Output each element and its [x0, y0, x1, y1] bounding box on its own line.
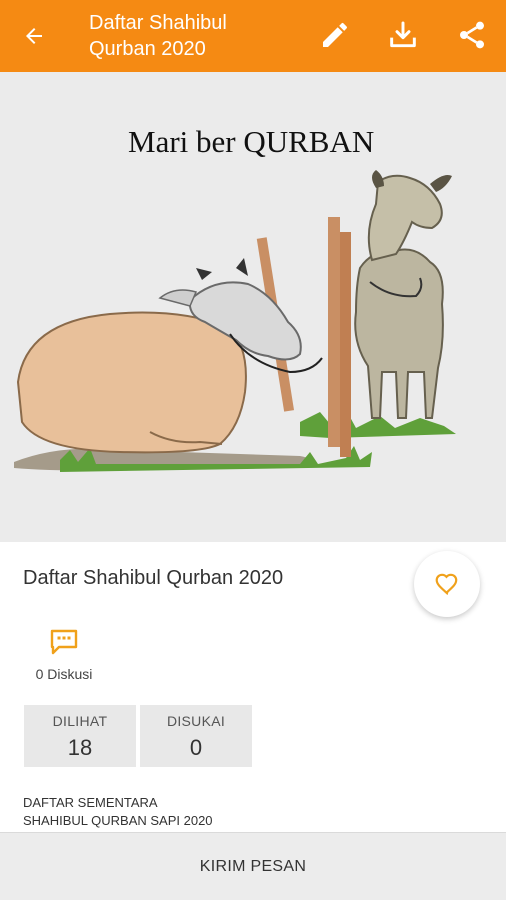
share-icon	[460, 21, 484, 49]
discussion-count-label: 0 Diskusi	[35, 666, 93, 682]
likes-label: DISUKAI	[166, 713, 226, 729]
favorite-button[interactable]	[414, 551, 480, 617]
send-message-button[interactable]: KIRIM PESAN	[0, 832, 506, 900]
banner-text: Mari ber QURBAN	[128, 124, 375, 159]
page-title: Daftar Shahibul Qurban 2020	[89, 10, 289, 62]
discussion-button[interactable]: 0 Diskusi	[22, 628, 106, 682]
edit-button[interactable]	[314, 14, 356, 56]
back-button[interactable]	[14, 16, 54, 56]
app-bar: Daftar Shahibul Qurban 2020	[0, 0, 506, 72]
download-icon	[390, 21, 416, 48]
document-cover-image: Mari ber QURBAN	[0, 72, 506, 542]
description-line1: DAFTAR SEMENTARA	[23, 795, 158, 810]
heart-outline-icon	[435, 573, 458, 596]
page-title-line1: Daftar Shahibul	[89, 12, 227, 34]
document-title: Daftar Shahibul Qurban 2020	[23, 567, 284, 589]
views-value: 18	[67, 735, 93, 760]
page-title-line2: Qurban 2020	[89, 38, 206, 60]
document-detail: Daftar Shahibul Qurban 2020 0 Diskusi DI…	[0, 542, 506, 832]
views-label: DILIHAT	[52, 713, 108, 729]
likes-stat: DISUKAI 0	[140, 705, 252, 767]
send-message-label: KIRIM PESAN	[199, 857, 307, 875]
views-stat: DILIHAT 18	[24, 705, 136, 767]
pencil-icon	[323, 22, 347, 47]
arrow-left-icon	[26, 28, 42, 44]
chat-bubble-icon	[50, 629, 78, 655]
share-button[interactable]	[451, 14, 493, 56]
likes-value: 0	[189, 735, 203, 760]
description-line2: SHAHIBUL QURBAN SAPI 2020	[23, 813, 213, 828]
document-description: DAFTAR SEMENTARA SHAHIBUL QURBAN SAPI 20…	[23, 794, 213, 830]
download-button[interactable]	[382, 14, 424, 56]
